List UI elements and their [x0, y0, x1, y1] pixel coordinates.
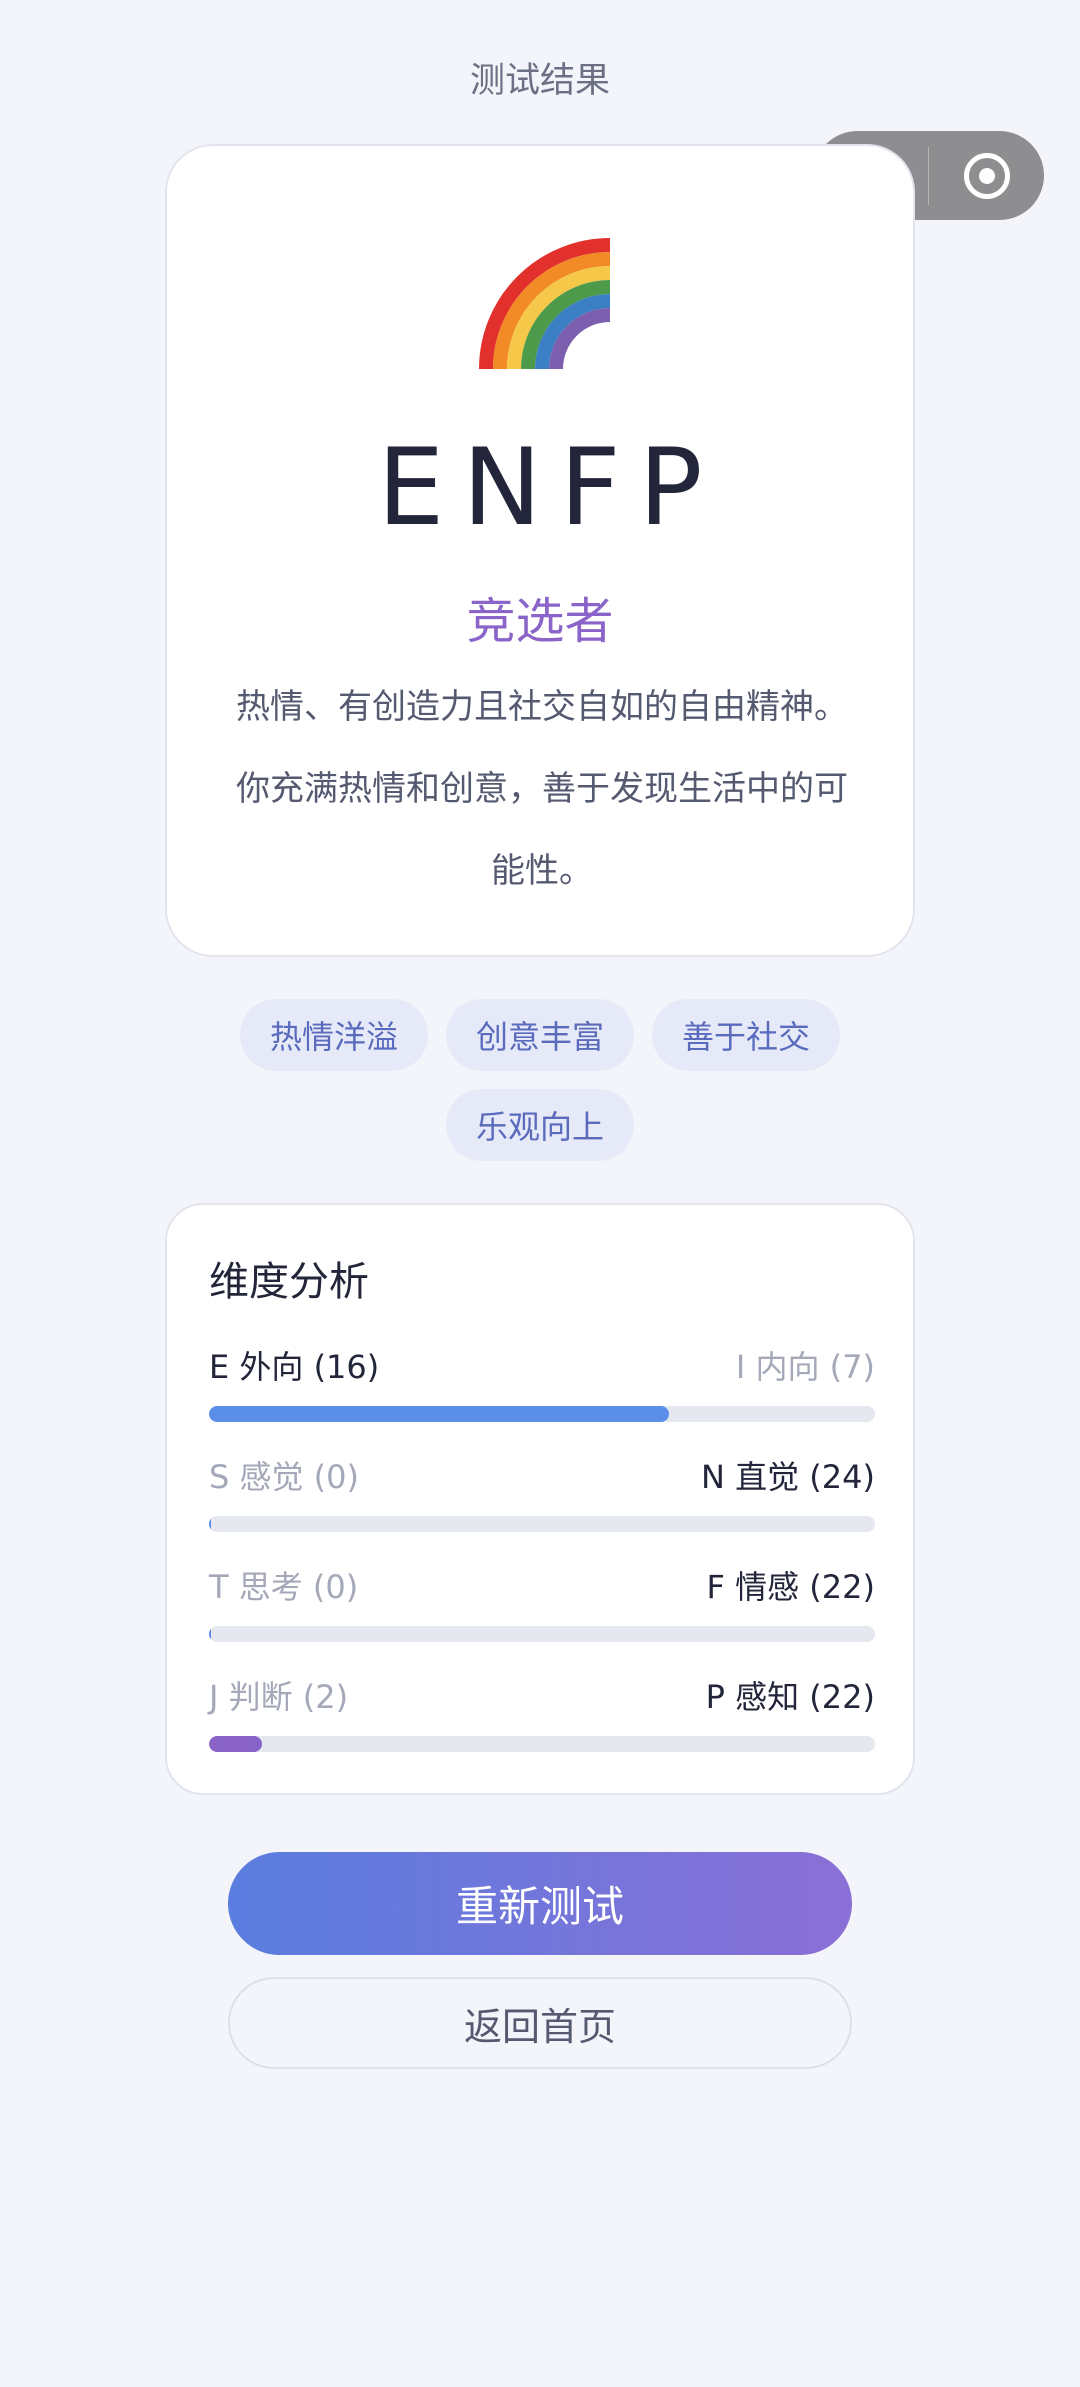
- dimension-left-label: E 外向 (16): [209, 1348, 380, 1386]
- back-home-button[interactable]: 返回首页: [228, 1977, 852, 2069]
- dimension-progress-fill: [209, 1626, 211, 1642]
- target-circle-icon: [963, 152, 1010, 199]
- personality-type-code: ENFP: [377, 426, 721, 549]
- dimension-analysis-title: 维度分析: [209, 1259, 369, 1305]
- dimension-row-tf: T 思考 (0) F 情感 (22): [209, 1565, 875, 1642]
- dimension-row-ei: E 外向 (16) I 内向 (7): [209, 1345, 875, 1422]
- dimension-right-label: P 感知 (22): [705, 1678, 875, 1716]
- dimension-left-label: T 思考 (0): [209, 1568, 359, 1606]
- dimension-progress-fill: [209, 1516, 211, 1532]
- dimension-progress-track: [209, 1626, 875, 1642]
- dimension-left-label: J 判断 (2): [209, 1678, 349, 1716]
- dimension-left-label: S 感觉 (0): [209, 1458, 359, 1496]
- dimension-right-label: N 直觉 (24): [701, 1458, 875, 1496]
- dimension-row-jp: J 判断 (2) P 感知 (22): [209, 1675, 875, 1752]
- dimension-progress-fill: [209, 1736, 262, 1752]
- trait-tags: 热情洋溢 创意丰富 善于社交 乐观向上: [165, 999, 915, 1161]
- dimension-progress-track: [209, 1516, 875, 1532]
- dimension-right-label: F 情感 (22): [706, 1568, 875, 1606]
- close-button[interactable]: [929, 131, 1044, 220]
- personality-type-name: 竞选者: [466, 593, 614, 650]
- retest-button[interactable]: 重新测试: [228, 1852, 852, 1955]
- dimension-right-label: I 内向 (7): [735, 1348, 875, 1386]
- personality-description: 热情、有创造力且社交自如的自由精神。你充满热情和创意，善于发现生活中的可能性。: [236, 687, 848, 891]
- dimension-analysis-card: 维度分析 E 外向 (16) I 内向 (7) S 感觉 (0) N 直觉 (2…: [165, 1203, 915, 1795]
- dimension-progress-track: [209, 1736, 875, 1752]
- dimension-progress-fill: [209, 1406, 669, 1422]
- trait-tag: 热情洋溢: [239, 999, 428, 1071]
- dimension-progress-track: [209, 1406, 875, 1422]
- result-card: ENFP 竞选者 热情、有创造力且社交自如的自由精神。你充满热情和创意，善于发现…: [165, 144, 915, 957]
- trait-tag: 善于社交: [652, 999, 841, 1071]
- trait-tag: 创意丰富: [445, 999, 634, 1071]
- page-title: 测试结果: [469, 61, 610, 101]
- trait-tag: 乐观向上: [445, 1089, 634, 1161]
- dimension-row-sn: S 感觉 (0) N 直觉 (24): [209, 1455, 875, 1532]
- rainbow-icon: [479, 238, 611, 370]
